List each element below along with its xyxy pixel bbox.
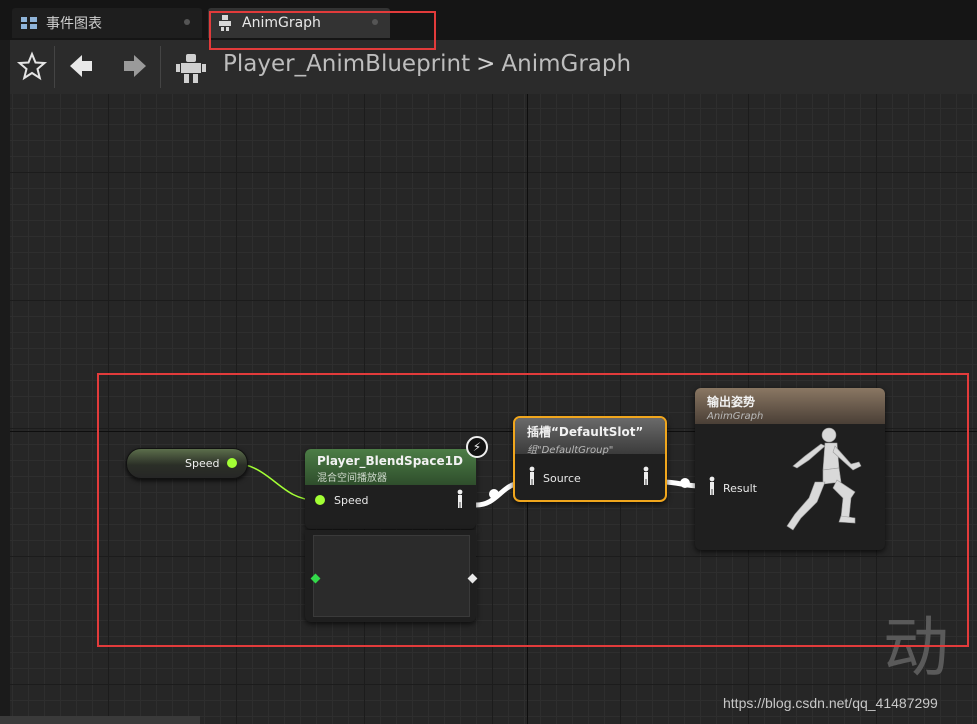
annotation-highlight-tab [209, 11, 436, 50]
toolbar-divider [160, 46, 161, 88]
anim-blueprint-icon [176, 54, 206, 83]
tab-label: 事件图表 [46, 16, 102, 32]
breadcrumb-separator: > [476, 51, 496, 77]
annotation-highlight-nodes [97, 373, 969, 647]
document-tab-bar: 事件图表 AnimGraph [0, 0, 977, 40]
watermark-url: https://blog.csdn.net/qq_41487299 [723, 695, 938, 711]
close-tab-icon[interactable] [184, 19, 190, 25]
bottom-panel-edge [0, 716, 200, 724]
left-edge-panel [0, 40, 10, 724]
toolbar-divider [54, 46, 55, 88]
tab-event-graph[interactable]: 事件图表 [12, 8, 202, 38]
breadcrumb-current: AnimGraph [501, 51, 632, 77]
event-graph-icon [21, 17, 37, 29]
star-icon[interactable] [16, 50, 48, 82]
arrow-right-icon[interactable] [118, 50, 150, 82]
arrow-left-icon[interactable] [66, 50, 98, 82]
graph-toolbar: Player_AnimBlueprint > AnimGraph [10, 40, 977, 94]
breadcrumb: Player_AnimBlueprint > AnimGraph [223, 51, 631, 77]
breadcrumb-root[interactable]: Player_AnimBlueprint [223, 51, 470, 77]
